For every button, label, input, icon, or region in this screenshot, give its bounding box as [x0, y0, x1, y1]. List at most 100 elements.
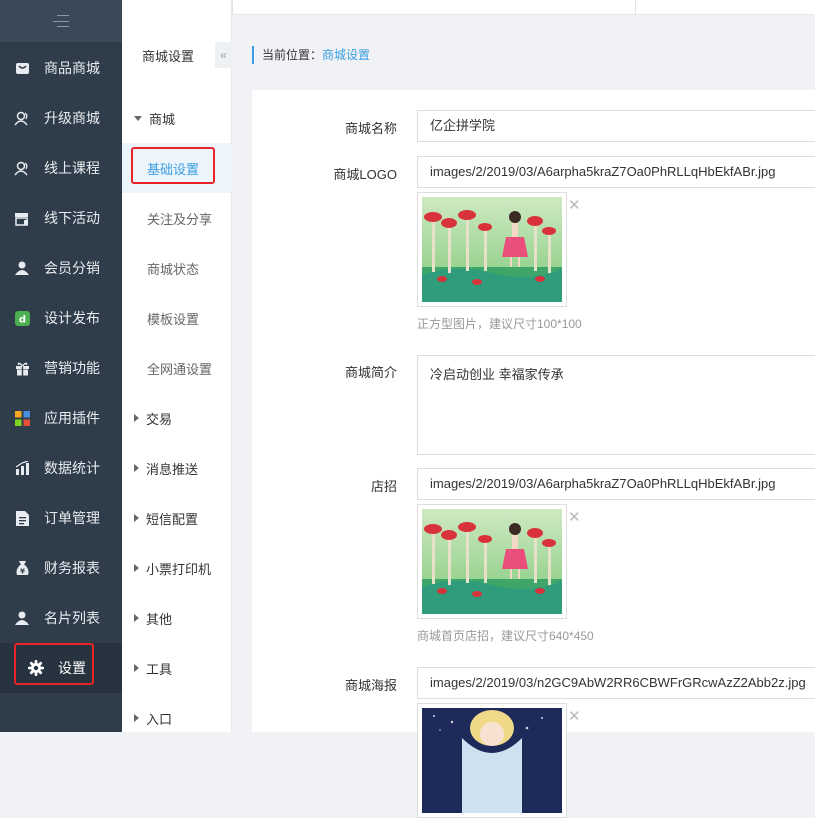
bar-chart-icon — [14, 460, 30, 476]
sidebar-item-label: 线下活动 — [44, 210, 100, 226]
money-bag-icon: ¥ — [14, 560, 30, 576]
users-icon — [14, 160, 30, 176]
mall-name-label: 商城名称 — [344, 121, 397, 136]
mall-poster-input[interactable]: images/2/2019/03/n2GC9AbW2RR6CBWFrGRcwAz… — [417, 667, 815, 699]
poster-preview-image — [417, 703, 567, 818]
highlight-box — [14, 643, 94, 685]
shop-sign-label: 店招 — [370, 479, 397, 494]
highlight-box — [131, 147, 215, 184]
sidebar-item-order-management[interactable]: 订单管理 — [0, 493, 122, 543]
sidebar-item-label: 营销功能 — [44, 360, 100, 376]
design-icon: d — [14, 310, 30, 326]
shop-sign-preview-image — [417, 504, 567, 619]
close-icon[interactable]: ✕ — [568, 198, 581, 213]
sidebar-item-upgrade-mall[interactable]: 升级商城 — [0, 93, 122, 143]
triangle-right-icon — [134, 464, 139, 472]
shop-bag-icon — [14, 60, 30, 76]
subnav-group-label: 工具 — [146, 661, 173, 677]
divider — [232, 0, 233, 15]
mall-logo-input[interactable]: images/2/2019/03/A6arpha5kraZ7Oa0PhRLLqH… — [417, 156, 815, 188]
sidebar-item-online-course[interactable]: 线上课程 — [0, 143, 122, 193]
sidebar-item-label: 商品商城 — [44, 60, 100, 76]
sidebar-item-label: 订单管理 — [44, 510, 100, 526]
mall-logo-label: 商城LOGO — [333, 167, 397, 182]
subnav-collapse-button[interactable]: « — [215, 42, 232, 68]
svg-text:¥: ¥ — [20, 567, 25, 575]
sidebar-item-member-distribution[interactable]: 会员分销 — [0, 243, 122, 293]
sidebar-item-label: 数据统计 — [44, 460, 100, 476]
subnav-item-label: 关注及分享 — [147, 211, 213, 227]
users-icon — [14, 110, 30, 126]
subnav-group-other[interactable]: 其他 — [122, 593, 232, 643]
subnav-group-printer[interactable]: 小票打印机 — [122, 543, 232, 593]
subnav-item-follow-share[interactable]: 关注及分享 — [122, 193, 232, 243]
subnav-group-label: 入口 — [146, 711, 173, 727]
sidebar-item-label: 设计发布 — [44, 310, 100, 326]
subnav-item-label: 模板设置 — [147, 311, 200, 327]
triangle-right-icon — [134, 514, 139, 522]
subnav-group-trade[interactable]: 交易 — [122, 393, 232, 443]
gift-icon — [14, 360, 30, 376]
sidebar-item-label: 升级商城 — [44, 110, 100, 126]
sidebar-collapse-button[interactable] — [0, 0, 122, 42]
mall-poster-label: 商城海报 — [344, 678, 397, 693]
sidebar-item-offline-activity[interactable]: 线下活动 — [0, 193, 122, 243]
subnav-group-push[interactable]: 消息推送 — [122, 443, 232, 493]
double-chevron-left-icon: « — [220, 48, 227, 62]
sidebar-item-label: 财务报表 — [44, 560, 100, 576]
subnav-group-mall[interactable]: 商城 — [122, 93, 232, 143]
user-icon — [14, 610, 30, 626]
apps-icon — [14, 410, 30, 426]
subnav-group-entry[interactable]: 入口 — [122, 693, 232, 743]
sidebar-item-label: 名片列表 — [44, 610, 100, 626]
mall-intro-textarea[interactable]: 冷启动创业 幸福家传承 — [417, 355, 815, 455]
divider — [635, 0, 636, 15]
subnav-item-mall-status[interactable]: 商城状态 — [122, 243, 232, 293]
main-sidebar: 商品商城 升级商城 线上课程 线下活动 会员分销 d 设计发布 营销功能 应用插… — [0, 0, 122, 732]
svg-text:d: d — [18, 314, 25, 325]
triangle-right-icon — [134, 714, 139, 722]
sidebar-item-app-plugins[interactable]: 应用插件 — [0, 393, 122, 443]
subnav-group-label: 交易 — [146, 411, 173, 427]
document-icon — [14, 510, 30, 526]
mall-name-input[interactable]: 亿企拼学院 — [417, 110, 815, 142]
sidebar-item-goods-mall[interactable]: 商品商城 — [0, 43, 122, 93]
subnav-item-label: 全网通设置 — [147, 361, 213, 377]
menu-collapse-icon — [53, 15, 69, 27]
mall-intro-label: 商城简介 — [344, 365, 397, 380]
subnav-group-label: 其他 — [146, 611, 173, 627]
triangle-right-icon — [134, 564, 139, 572]
sidebar-item-finance-report[interactable]: ¥ 财务报表 — [0, 543, 122, 593]
logo-preview-image — [417, 192, 567, 307]
sidebar-item-card-list[interactable]: 名片列表 — [0, 593, 122, 643]
breadcrumb-prefix: 当前位置： — [262, 48, 323, 62]
sidebar-item-label: 应用插件 — [44, 410, 100, 426]
triangle-down-icon — [134, 115, 142, 121]
subnav-item-label: 商城状态 — [147, 261, 200, 277]
subnav-group-sms[interactable]: 短信配置 — [122, 493, 232, 543]
top-bar — [232, 0, 815, 15]
triangle-right-icon — [134, 664, 139, 672]
shop-sign-hint: 商城首页店招，建议尺寸640*450 — [417, 629, 594, 643]
sidebar-item-statistics[interactable]: 数据统计 — [0, 443, 122, 493]
triangle-right-icon — [134, 414, 139, 422]
sidebar-item-label: 线上课程 — [44, 160, 100, 176]
close-icon[interactable]: ✕ — [568, 709, 581, 724]
sidebar-item-design-publish[interactable]: d 设计发布 — [0, 293, 122, 343]
subnav-group-tools[interactable]: 工具 — [122, 643, 232, 693]
sidebar-item-marketing[interactable]: 营销功能 — [0, 343, 122, 393]
subnav-group-label: 小票打印机 — [146, 561, 212, 577]
breadcrumb: 当前位置：商城设置 — [252, 46, 370, 64]
close-icon[interactable]: ✕ — [568, 510, 581, 525]
subnav-group-label: 短信配置 — [146, 511, 199, 527]
sidebar-item-label: 会员分销 — [44, 260, 100, 276]
subnav-group-label: 商城 — [149, 111, 176, 127]
triangle-right-icon — [134, 614, 139, 622]
subnav-item-template-settings[interactable]: 模板设置 — [122, 293, 232, 343]
subnav-group-label: 消息推送 — [146, 461, 199, 477]
shop-sign-input[interactable]: images/2/2019/03/A6arpha5kraZ7Oa0PhRLLqH… — [417, 468, 815, 500]
settings-subnav: 商城设置 « 商城 基础设置 关注及分享 商城状态 模板设置 全网通设置 交易 … — [122, 0, 232, 732]
store-icon — [14, 210, 30, 226]
subnav-item-network-settings[interactable]: 全网通设置 — [122, 343, 232, 393]
breadcrumb-current[interactable]: 商城设置 — [322, 48, 370, 62]
